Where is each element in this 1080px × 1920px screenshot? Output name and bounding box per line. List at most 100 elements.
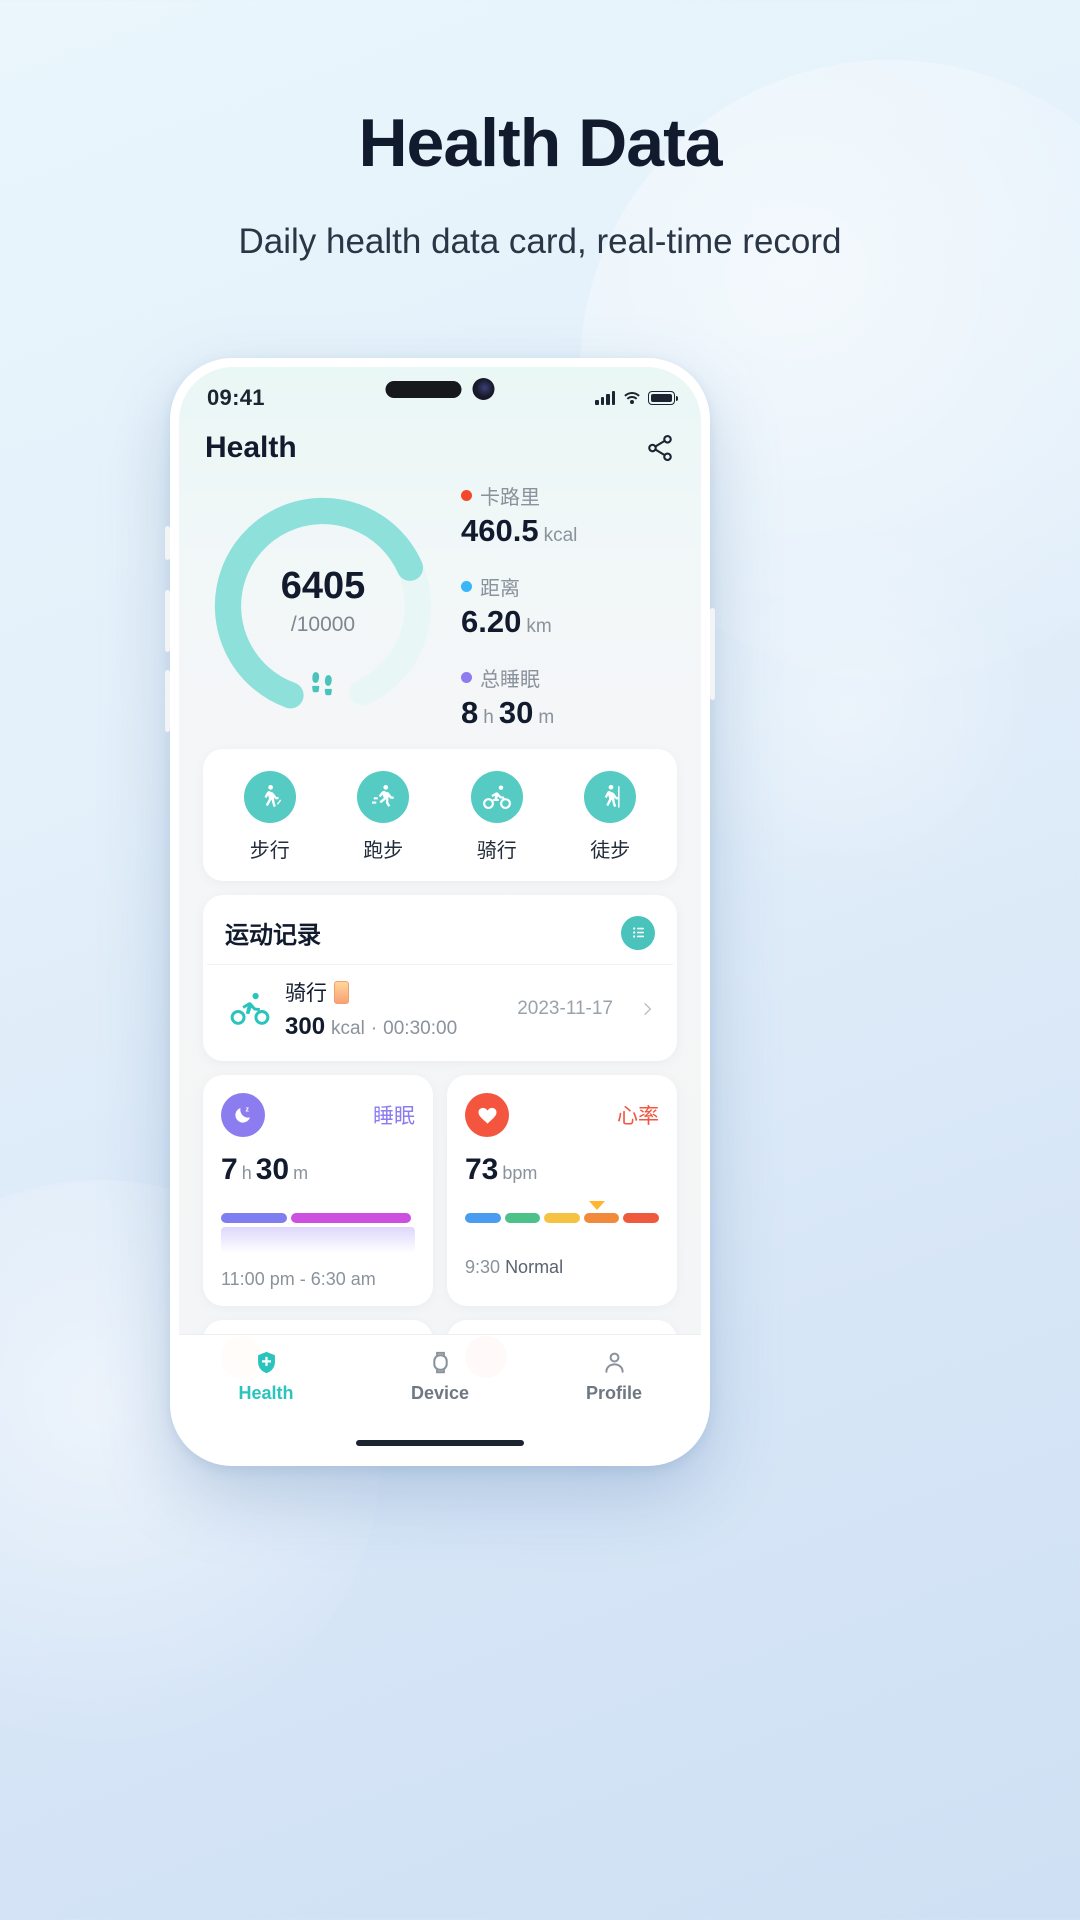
activity-hiking[interactable]: 徒步 [565,771,655,863]
sleep-hours: 7 [221,1153,238,1186]
list-view-icon[interactable] [621,915,655,950]
range-marker-icon [588,1201,605,1210]
tab-profile[interactable]: Profile [527,1349,701,1404]
sleep-card-header: z 睡眠 [221,1093,415,1137]
steps-ring-center: 6405 /10000 [197,567,449,637]
stat-calories-label: 卡路里 [480,487,540,509]
phone-volume-down-button [165,670,170,732]
phone-badge-icon [334,980,349,1004]
status-icons [595,391,678,405]
tab-health[interactable]: Health [179,1349,353,1404]
heart-rate-status-row: 9:30 Normal [465,1257,659,1278]
status-bar: 09:41 [179,367,701,421]
metric-cards-row: z 睡眠 7 h 30 m 11:00 pm - 6:30 am 心率 73 b… [203,1075,677,1306]
page-title: Health Data [358,105,722,181]
activity-walking-label: 步行 [249,840,290,862]
home-indicator[interactable] [356,1440,524,1446]
phone-power-button [710,608,715,700]
stat-calories-unit: kcal [543,525,578,546]
calories-dot-icon [461,490,472,501]
stat-distance-head: 距离 [461,572,679,601]
heart-rate-card[interactable]: 心率 73 bpm 9:30 Normal [447,1075,677,1306]
sleep-card-label: 睡眠 [373,1105,415,1128]
activity-hiking-label: 徒步 [590,840,631,862]
table-row[interactable]: 骑行 300 kcal · 00:30:00 2023-11-17 [207,964,673,1061]
sleep-stage-bars [221,1213,415,1223]
record-calories: 300 [285,1013,326,1040]
heart-rate-unit: bpm [502,1163,538,1183]
tab-device[interactable]: Device [353,1349,527,1404]
share-icon[interactable] [645,433,675,463]
steps-value: 6405 [280,565,366,607]
heart-zone-segment [623,1213,659,1223]
walking-icon [243,771,296,823]
record-date: 2023-11-17 [517,998,613,1019]
steps-goal: /10000 [290,613,356,636]
heart-zone-segment [465,1213,501,1223]
summary-section: 6405 /10000 卡路里 460.5 kcal 距离 6.20 km 总睡… [179,471,701,749]
summary-stats: 卡路里 460.5 kcal 距离 6.20 km 总睡眠 8 h 30 m [449,481,679,731]
phone-volume-up-button [165,590,170,652]
heart-zone-segment [583,1213,620,1223]
stat-calories-value: 460.5 [461,513,539,548]
heart-rate-time: 9:30 [465,1257,501,1277]
svg-text:z: z [246,1107,250,1114]
stat-sleep-head: 总睡眠 [461,663,679,692]
bottom-tab-bar: Health Device Profile [179,1334,701,1457]
footprints-icon [312,672,332,696]
app-title: Health [205,431,297,464]
record-name: 骑行 [285,982,327,1005]
stat-distance-unit: km [526,616,552,637]
wifi-icon [620,391,643,405]
activity-running[interactable]: 跑步 [338,771,428,863]
stat-distance[interactable]: 距离 6.20 km [461,572,679,640]
tab-health-label: Health [238,1383,294,1403]
sleep-stage-segment [221,1213,287,1223]
distance-dot-icon [461,581,472,592]
stat-calories[interactable]: 卡路里 460.5 kcal [461,481,679,549]
activity-cycling[interactable]: 骑行 [452,771,542,863]
phone-mute-switch [165,526,170,560]
sleep-dot-icon [461,672,472,683]
record-metrics: 300 kcal · 00:30:00 [285,1013,503,1041]
activity-walking[interactable]: 步行 [225,771,315,863]
moon-sleep-icon: z [221,1093,265,1137]
sleep-stage-segment [290,1213,412,1223]
stat-calories-head: 卡路里 [461,481,679,510]
activities-card: 步行 跑步 骑行 徒步 [203,749,677,881]
record-name-row: 骑行 [285,977,503,1007]
chevron-right-icon[interactable] [639,1001,655,1017]
heart-zone-segment [544,1213,580,1223]
stat-sleep-minutes-unit: m [538,707,555,728]
background-blob-mid-right [660,520,1040,900]
record-duration: 00:30:00 [383,1018,458,1039]
status-time: 09:41 [207,385,265,410]
activity-running-label: 跑步 [363,840,404,862]
activity-cycling-label: 骑行 [476,840,517,862]
stat-sleep[interactable]: 总睡眠 8 h 30 m [461,663,679,731]
heart-rate-range-scale [465,1201,659,1223]
app-header: Health [179,421,701,471]
stat-distance-label: 距离 [480,578,520,600]
health-shield-icon [257,1351,275,1374]
heart-rate-value-row: 73 bpm [465,1153,659,1187]
page-subtitle: Daily health data card, real-time record [238,222,842,261]
person-profile-icon [604,1352,624,1373]
cycling-icon [230,992,270,1025]
heart-rate-zone-bars [465,1213,659,1223]
watch-device-icon [432,1351,448,1374]
exercise-records-header: 运动记录 [203,895,677,964]
heart-rate-status: Normal [505,1257,564,1277]
stat-sleep-hours-unit: h [483,707,494,728]
sleep-duration: 7 h 30 m [221,1153,415,1187]
dynamic-island [385,378,495,400]
stat-sleep-value-row: 8 h 30 m [461,695,679,731]
speaker-pill-icon [385,380,462,398]
steps-ring[interactable]: 6405 /10000 [197,481,449,731]
hiking-icon [584,771,637,823]
heart-icon [465,1093,509,1137]
sleep-card[interactable]: z 睡眠 7 h 30 m 11:00 pm - 6:30 am [203,1075,433,1306]
phone-screen: 09:41 Health 6405 /10000 卡路里 460.5 kcal … [179,367,701,1457]
running-icon [357,771,410,823]
heart-rate-card-label: 心率 [617,1105,659,1128]
